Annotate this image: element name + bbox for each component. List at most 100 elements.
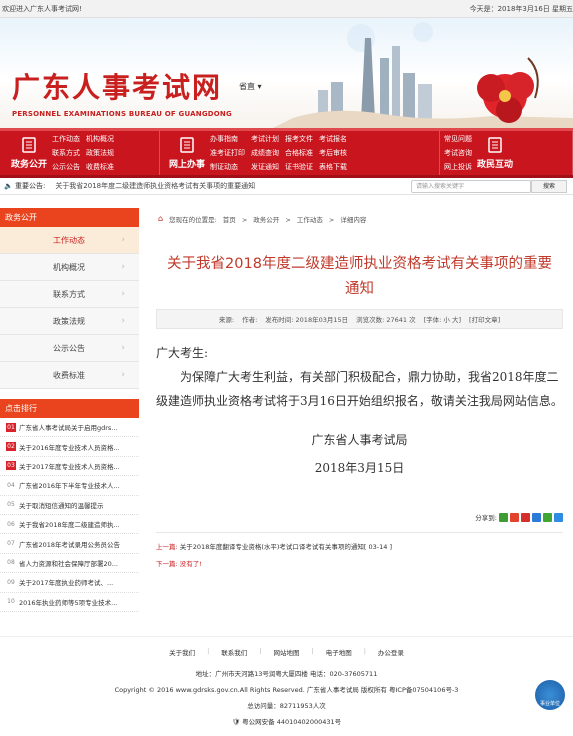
nav-link[interactable]: 考后审核 [319, 148, 347, 158]
nav-link[interactable]: 政策法规 [86, 148, 114, 158]
nav-link[interactable]: 报考文件 [285, 134, 313, 144]
nav-head-1[interactable]: 网上办事 [164, 136, 210, 170]
nav-link[interactable]: 机构概况 [86, 134, 114, 144]
share-renren-icon[interactable] [532, 512, 541, 522]
search-button[interactable]: 搜索 [531, 180, 567, 193]
rank-number: 09 [7, 578, 15, 586]
chevron-right-icon: › [121, 235, 125, 245]
footer-link[interactable]: 关于我们 [169, 647, 195, 657]
article-paragraph: 为保障广大考生利益，有关部门积极配合，鼎力协助，我省2018年度二级建造师执业资… [156, 370, 563, 408]
ranking-item[interactable]: 05 关于取消短信通知的温馨提示 [0, 496, 139, 515]
document-icon [20, 136, 38, 153]
chevron-right-icon: › [121, 316, 125, 326]
click-ranking: 点击排行 01 广东省人事考试局关于启用gdrs... 02 关于2016年度专业技术… [0, 399, 139, 612]
sidebar-item[interactable]: 收费标准 › [0, 362, 139, 389]
share-weibo-icon[interactable] [510, 512, 519, 522]
sidebar-item[interactable]: 机构概况 › [0, 254, 139, 281]
meta-author: 作者: [242, 316, 258, 324]
search-input[interactable]: 请输入搜索关键字 [411, 180, 531, 193]
nav-head-2[interactable]: 政民互动 [472, 136, 518, 170]
nav-link[interactable]: 考试计划 [251, 134, 279, 144]
chevron-right-icon: › [121, 370, 125, 380]
footer-link[interactable]: 办公登录 [378, 647, 404, 657]
nav-link[interactable]: 制证动态 [210, 162, 245, 172]
main-navigation: 政务公开 工作动态联系方式公示公告 机构概况政策法规收费标准 网上办事 办事指南准考证打… [0, 128, 573, 178]
share-tencent-icon[interactable] [521, 512, 530, 522]
next-article-link[interactable]: 没有了! [180, 560, 202, 568]
share-more-icon[interactable] [554, 512, 563, 522]
nav-link[interactable]: 办事指南 [210, 134, 245, 144]
article-body: 广大考生: 为保障广大考生利益，有关部门积极配合，鼎力协助，我省2018年度二级… [156, 341, 563, 413]
share-label: 分享到: [475, 514, 497, 522]
breadcrumb-separator: > [283, 215, 291, 224]
notice-link[interactable]: 关于我省2018年度二级建造师执业资格考试有关事项的重要通知 [55, 181, 255, 191]
nav-link[interactable]: 成绩查询 [251, 148, 279, 158]
footer-link[interactable]: 网站地图 [274, 647, 300, 657]
greeting: 广大考生: [156, 346, 209, 360]
prev-article-link[interactable]: 关于2018年度翻译专业资格(水平)考试口译考试有关事项的通知[ 03-14 ] [180, 543, 392, 551]
footer-link[interactable]: 电子地图 [326, 647, 352, 657]
ranking-item[interactable]: 02 关于2016年度专业技术人员资格... [0, 437, 139, 457]
article-title: 关于我省2018年度二级建造师执业资格考试有关事项的重要通知 [167, 256, 552, 297]
nav-head-0[interactable]: 政务公开 [6, 136, 52, 170]
breadcrumb: ⌂ 您现在的位置是: 首页 > 政务公开 > 工作动态 > 详细内容 [158, 214, 367, 224]
nav-block: 政务公开 工作动态联系方式公示公告 机构概况政策法规收费标准 [0, 131, 160, 175]
footer-copyright: Copyright © 2016 www.gdrsks.gov.cn.All R… [114, 686, 459, 694]
ranking-item[interactable]: 01 广东省人事考试局关于启用gdrs... [0, 418, 139, 438]
rank-number: 03 [6, 461, 16, 471]
province-selector[interactable]: 省直 ▾ [239, 81, 262, 92]
nav-link[interactable]: 考试报名 [319, 134, 347, 144]
sidebar-item-label: 公示公告 [53, 343, 85, 353]
notice-label: 🔈 重要公告: [4, 182, 46, 190]
nav-link[interactable]: 考试咨询 [444, 148, 472, 158]
sidebar-item[interactable]: 公示公告 › [0, 335, 139, 362]
nav-link[interactable]: 表格下载 [319, 162, 347, 172]
breadcrumb-link[interactable]: 首页 [223, 216, 236, 224]
nav-link[interactable]: 证书验证 [285, 162, 313, 172]
nav-link[interactable]: 联系方式 [52, 148, 80, 158]
ranking-item[interactable]: 10 2016年执业药师等5项专业技术... [0, 593, 139, 612]
nav-head-label: 政务公开 [10, 159, 47, 170]
nav-link[interactable]: 常见问题 [444, 134, 472, 144]
breadcrumb-link[interactable]: 政务公开 [253, 216, 279, 224]
footer-police: 🛡 粤公网安备 44010402000431号 [231, 718, 342, 726]
nav-link[interactable]: 工作动态 [52, 134, 80, 144]
ranking-item[interactable]: 07 广东省2018年考试录用公务员公告 [0, 534, 139, 554]
sidebar-item[interactable]: 政策法规 › [0, 308, 139, 335]
share-wechat-icon[interactable] [543, 512, 552, 522]
footer-link[interactable]: 联系我们 [221, 647, 247, 657]
nav-link[interactable]: 公示公告 [52, 162, 80, 172]
rank-number: 10 [7, 598, 15, 606]
ranking-item[interactable]: 03 关于2017年度专业技术人员资格... [0, 457, 139, 477]
nav-link[interactable]: 收费标准 [86, 162, 114, 172]
rank-title: 广东省2018年考试录用公务员公告 [19, 540, 121, 549]
sidebar-item-label: 工作动态 [53, 235, 85, 245]
chevron-right-icon: › [121, 262, 125, 272]
article-meta: 来源: 作者: 发布时间: 2018年03月15日 浏览次数: 27641 次 … [156, 309, 563, 329]
nav-link[interactable]: 发证通知 [251, 162, 279, 172]
nav-link[interactable]: 准考证打印 [210, 148, 245, 158]
share-qzone-icon[interactable] [499, 512, 508, 522]
font-size-toggle[interactable]: [字体: 小 大] [424, 314, 461, 324]
city-skyline-illustration [273, 22, 573, 128]
nav-link[interactable]: 合格标准 [285, 148, 313, 158]
footer-separator: | [363, 647, 366, 655]
ranking-item[interactable]: 08 省人力资源和社会保障厅部署20... [0, 554, 139, 574]
home-icon: ⌂ [158, 214, 164, 223]
ranking-item[interactable]: 09 关于2017年度执业药师考试、... [0, 573, 139, 593]
site-logo-title[interactable]: 广东人事考试网 [12, 66, 222, 106]
sidebar-item[interactable]: 工作动态 › [0, 227, 139, 254]
rank-title: 广东省2016年下半年专业技术人... [19, 482, 120, 491]
nav-link[interactable]: 网上投诉 [444, 162, 472, 172]
public-institution-badge[interactable]: 事业单位 [535, 680, 565, 710]
ranking-item[interactable]: 04 广东省2016年下半年专业技术人... [0, 476, 139, 496]
rank-title: 关于2017年度执业药师考试、... [19, 579, 114, 588]
ranking-item[interactable]: 06 关于我省2018年度二级建造师执... [0, 515, 139, 535]
print-link[interactable]: [打印文章] [469, 314, 500, 324]
rank-number: 01 [6, 422, 16, 432]
footer-address: 地址：广州市天河路13号润粤大厦四楼 电话：020-37605711 [195, 670, 378, 678]
nav-block: 网上办事 办事指南准考证打印制证动态 考试计划成绩查询发证通知 报考文件合格标准证书验… [160, 131, 440, 175]
sidebar-item[interactable]: 联系方式 › [0, 281, 139, 308]
breadcrumb-link[interactable]: 详细内容 [340, 216, 366, 224]
breadcrumb-link[interactable]: 工作动态 [297, 216, 323, 224]
